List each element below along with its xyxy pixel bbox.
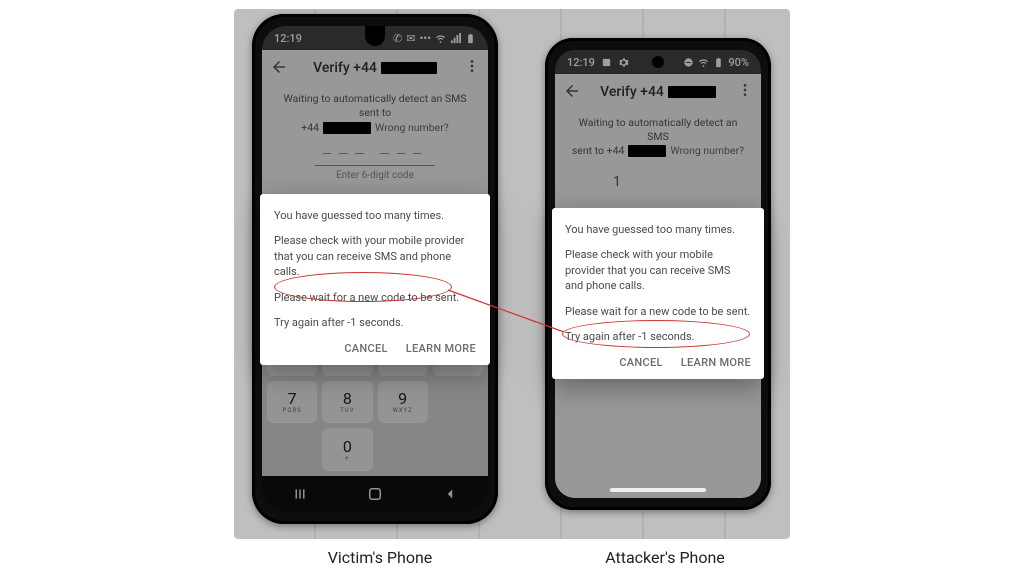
wifi-icon (435, 33, 446, 44)
key-7[interactable]: 7PQRS (267, 381, 317, 424)
redacted-number (628, 145, 666, 157)
attacker-phone: 12:19 90% Verify +44 (545, 38, 771, 510)
learn-more-button[interactable]: LEARN MORE (406, 342, 476, 355)
wrong-number-link[interactable]: Wrong number? (375, 121, 449, 135)
figure-stage: 12:19 ✆ ✉ ••• Verify +44 (0, 0, 1024, 576)
nav-home-icon[interactable] (366, 485, 384, 503)
camera-notch (365, 26, 385, 46)
key-blank (378, 428, 428, 471)
dialog-line-3: Please wait for a new code to be sent. (274, 290, 476, 305)
signal-icon (450, 33, 461, 44)
code-dashes: ——— ——— (276, 146, 474, 164)
camera-hole (652, 56, 664, 68)
victim-phone: 12:19 ✆ ✉ ••• Verify +44 (252, 14, 498, 524)
dialog-try-again: Try again after -1 seconds. (565, 329, 751, 344)
dialog-line-1: You have guessed too many times. (565, 222, 751, 237)
redacted-number (323, 122, 371, 134)
redacted-number (668, 86, 716, 98)
key-blank (267, 428, 317, 471)
enter-code-hint: Enter 6-digit code (315, 165, 435, 183)
app-bar: Verify +44 (555, 74, 761, 110)
more-vert-icon[interactable] (464, 58, 480, 74)
dialog-line-2: Please check with your mobile provider t… (274, 233, 476, 279)
nav-back-icon[interactable] (441, 485, 459, 503)
partial-code: 1 (569, 173, 747, 192)
dialog-line-2: Please check with your mobile provider t… (565, 247, 751, 293)
chat-icon: ✉ (406, 32, 415, 45)
key-8[interactable]: 8TUV (322, 381, 372, 424)
status-icons-right: 90% (683, 56, 749, 69)
notification-icon: ✆ (393, 32, 402, 45)
dialog-try-again: Try again after -1 seconds. (274, 315, 476, 330)
learn-more-button[interactable]: LEARN MORE (681, 356, 751, 369)
phone-prefix: sent to +44 (572, 144, 625, 158)
redacted-number (381, 62, 437, 74)
status-time: 12:19 (567, 56, 595, 69)
key-blank (433, 381, 483, 424)
phone-line: sent to +44 Wrong number? (569, 144, 747, 158)
page-title: Verify +44 (600, 84, 716, 100)
more-vert-icon[interactable] (737, 82, 753, 98)
android-navbar (262, 476, 488, 512)
phone-line: +44 Wrong number? (276, 121, 474, 135)
dnd-icon (683, 57, 694, 68)
app-bar: Verify +44 (262, 50, 488, 86)
page-title: Verify +44 (313, 60, 437, 76)
key-9[interactable]: 9WXYZ (378, 381, 428, 424)
cancel-button[interactable]: CANCEL (619, 356, 662, 369)
gesture-bar[interactable] (610, 488, 706, 492)
key-blank (433, 428, 483, 471)
battery-percent: 90% (728, 56, 749, 69)
status-icons: ✆ ✉ ••• (393, 32, 476, 45)
key-0[interactable]: 0+ (322, 428, 372, 471)
dialog-line-3: Please wait for a new code to be sent. (565, 304, 751, 319)
wifi-icon (698, 57, 709, 68)
wait-text: Waiting to automatically detect an SMS (569, 116, 747, 144)
title-text: Verify +44 (600, 84, 664, 100)
error-dialog: You have guessed too many times. Please … (260, 194, 490, 365)
back-arrow-icon[interactable] (563, 82, 581, 100)
dialog-line-1: You have guessed too many times. (274, 208, 476, 223)
back-arrow-icon[interactable] (270, 58, 288, 76)
battery-icon (713, 57, 724, 68)
caption-right: Attacker's Phone (580, 548, 750, 567)
screenshot-icon (601, 57, 612, 68)
nav-recent-icon[interactable] (291, 485, 309, 503)
error-dialog: You have guessed too many times. Please … (552, 208, 764, 379)
wait-text: Waiting to automatically detect an SMS s… (276, 92, 474, 120)
status-time: 12:19 (274, 32, 302, 45)
title-text: Verify +44 (313, 60, 377, 76)
gear-icon (618, 57, 629, 68)
battery-icon (465, 33, 476, 44)
wrong-number-link[interactable]: Wrong number? (670, 144, 744, 158)
phone-prefix: +44 (301, 121, 319, 135)
caption-left: Victim's Phone (300, 548, 460, 567)
cancel-button[interactable]: CANCEL (344, 342, 387, 355)
